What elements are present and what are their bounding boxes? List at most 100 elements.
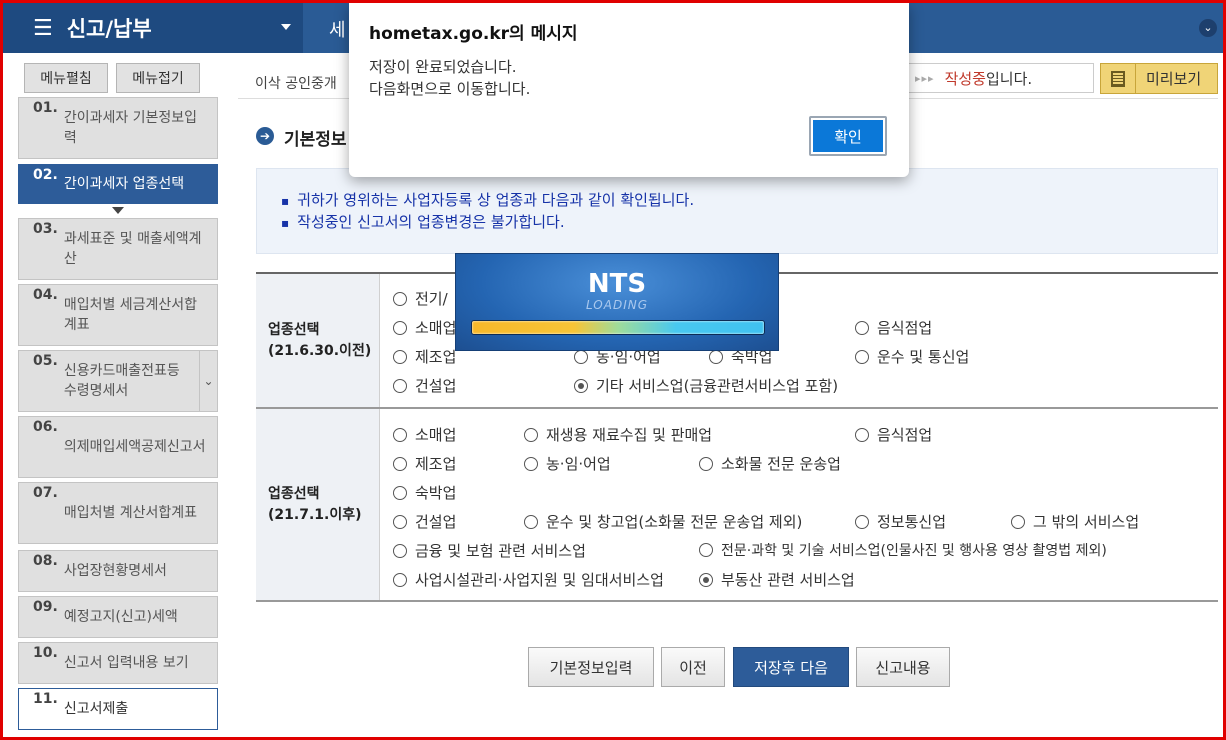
radio-option[interactable]: 농·임·어업 bbox=[524, 453, 611, 474]
status-text: 작성중 bbox=[944, 69, 986, 88]
radio-option[interactable]: 운수 및 창고업(소화물 전문 운송업 제외) bbox=[524, 511, 802, 532]
option-label: 기타 서비스업(금융관련서비스업 포함) bbox=[596, 377, 839, 395]
radio-button[interactable] bbox=[699, 456, 713, 471]
radio-button[interactable] bbox=[524, 514, 538, 529]
step-06[interactable]: 06. 의제매입세액공제신고서 bbox=[18, 416, 218, 478]
basic-info-button[interactable]: 기본정보입력 bbox=[528, 647, 654, 687]
preview-button[interactable]: 미리보기 bbox=[1100, 63, 1218, 94]
radio-option[interactable]: 사업시설관리·사업지원 및 임대서비스업 bbox=[393, 569, 664, 590]
radio-option[interactable]: 전기/ bbox=[393, 288, 448, 309]
notice-box: 귀하가 영위하는 사업자등록 상 업종과 다음과 같이 확인됩니다. 작성중인 … bbox=[256, 168, 1218, 254]
radio-button[interactable] bbox=[524, 456, 538, 471]
step-number: 09. bbox=[33, 599, 58, 615]
triangle-down-icon bbox=[112, 207, 124, 214]
option-label: 제조업 bbox=[415, 455, 457, 473]
ok-button[interactable]: 확인 bbox=[809, 116, 887, 156]
radio-option[interactable]: 금융 및 보험 관련 서비스업 bbox=[393, 540, 586, 561]
prev-button[interactable]: 이전 bbox=[661, 647, 725, 687]
radio-button[interactable] bbox=[574, 349, 588, 364]
radio-button[interactable] bbox=[393, 349, 407, 364]
radio-option[interactable]: 전문·과학 및 기술 서비스업(인물사진 및 행사용 영상 촬영법 제외) bbox=[699, 540, 1107, 560]
radio-button[interactable] bbox=[393, 514, 407, 529]
status-indicator: ▸▸▸ 작성중 입니다. bbox=[908, 63, 1094, 93]
breadcrumb-text: 세 bbox=[329, 20, 346, 41]
option-label: 그 밖의 서비스업 bbox=[1033, 513, 1140, 531]
business-address: 이삭 공인중개 bbox=[255, 76, 337, 92]
radio-button[interactable] bbox=[393, 456, 407, 471]
radio-button[interactable] bbox=[393, 427, 407, 442]
radio-button[interactable] bbox=[699, 543, 713, 557]
radio-button[interactable] bbox=[855, 349, 869, 364]
step-08[interactable]: 08. 사업장현황명세서 bbox=[18, 550, 218, 592]
step-02[interactable]: 02. 간이과세자 업종선택 bbox=[18, 164, 218, 204]
chevron-down-icon[interactable]: ⌄ bbox=[199, 351, 217, 411]
option-label: 재생용 재료수집 및 판매업 bbox=[546, 426, 713, 444]
menu-expand-button[interactable]: 메뉴펼침 bbox=[24, 63, 108, 93]
save-next-button[interactable]: 저장후 다음 bbox=[733, 647, 849, 687]
radio-button[interactable] bbox=[393, 320, 407, 335]
step-label: 매입처별 세금계산서합계표 bbox=[63, 297, 198, 333]
radio-option[interactable]: 음식점업 bbox=[855, 317, 932, 338]
hamburger-icon[interactable]: ☰ bbox=[33, 16, 53, 41]
ok-label: 확인 bbox=[813, 120, 883, 152]
option-label: 제조업 bbox=[415, 348, 457, 366]
radio-button[interactable] bbox=[699, 572, 713, 587]
menu-toggle[interactable]: ☰ 신고/납부 bbox=[3, 3, 303, 53]
progress-arrows-icon: ▸▸▸ bbox=[915, 71, 935, 85]
step-09[interactable]: 09. 예정고지(신고)세액 bbox=[18, 596, 218, 638]
option-label: 소매업 bbox=[415, 319, 457, 337]
chevron-down-icon[interactable]: ⌄ bbox=[1199, 19, 1217, 37]
radio-option[interactable]: 그 밖의 서비스업 bbox=[1011, 511, 1139, 532]
divider bbox=[379, 274, 380, 407]
option-label: 음식점업 bbox=[877, 319, 933, 337]
radio-option[interactable]: 제조업 bbox=[393, 453, 456, 474]
radio-option[interactable]: 소매업 bbox=[393, 317, 456, 338]
radio-option[interactable]: 건설업 bbox=[393, 375, 456, 396]
step-03[interactable]: 03. 과세표준 및 매출세액계산 bbox=[18, 218, 218, 280]
step-11[interactable]: 11. 신고서제출 bbox=[18, 688, 218, 730]
radio-button[interactable] bbox=[574, 378, 588, 393]
step-number: 05. bbox=[33, 353, 58, 369]
radio-button[interactable] bbox=[524, 427, 538, 442]
header-date: (21.6.30.이전) bbox=[268, 342, 372, 359]
step-number: 04. bbox=[33, 287, 58, 303]
radio-button[interactable] bbox=[1011, 514, 1025, 529]
radio-option[interactable]: 건설업 bbox=[393, 511, 456, 532]
radio-option[interactable]: 소매업 bbox=[393, 424, 456, 445]
radio-button[interactable] bbox=[855, 427, 869, 442]
step-number: 10. bbox=[33, 645, 58, 661]
alert-dialog: hometax.go.kr의 메시지 저장이 완료되었습니다. 다음화면으로 이… bbox=[349, 3, 909, 177]
report-content-button[interactable]: 신고내용 bbox=[856, 647, 950, 687]
step-05[interactable]: 05. 신용카드매출전표등수령명세서 ⌄ bbox=[18, 350, 218, 412]
caret-down-icon[interactable] bbox=[281, 24, 291, 30]
radio-option[interactable]: 소화물 전문 운송업 bbox=[699, 453, 841, 474]
radio-button[interactable] bbox=[393, 291, 407, 306]
radio-option[interactable]: 음식점업 bbox=[855, 424, 932, 445]
radio-option-selected[interactable]: 기타 서비스업(금융관련서비스업 포함) bbox=[574, 375, 838, 396]
option-label: 음식점업 bbox=[877, 426, 933, 444]
radio-option-selected[interactable]: 부동산 관련 서비스업 bbox=[699, 569, 855, 590]
step-label: 예정고지(신고)세액 bbox=[63, 609, 178, 625]
step-01[interactable]: 01. 간이과세자 기본정보입력 bbox=[18, 97, 218, 159]
step-label: 신고서 입력내용 보기 bbox=[63, 655, 189, 671]
radio-option[interactable]: 운수 및 통신업 bbox=[855, 346, 969, 367]
step-04[interactable]: 04. 매입처별 세금계산서합계표 bbox=[18, 284, 218, 346]
option-label: 건설업 bbox=[415, 513, 457, 531]
radio-button[interactable] bbox=[393, 543, 407, 558]
radio-button[interactable] bbox=[393, 572, 407, 587]
step-07[interactable]: 07. 매입처별 계산서합계표 bbox=[18, 482, 218, 544]
radio-option[interactable]: 숙박업 bbox=[393, 482, 456, 503]
menu-collapse-button[interactable]: 메뉴접기 bbox=[116, 63, 200, 93]
radio-option[interactable]: 재생용 재료수집 및 판매업 bbox=[524, 424, 712, 445]
radio-option[interactable]: 정보통신업 bbox=[855, 511, 946, 532]
radio-button[interactable] bbox=[393, 485, 407, 500]
radio-button[interactable] bbox=[393, 378, 407, 393]
step-number: 06. bbox=[33, 419, 58, 435]
dialog-message: 다음화면으로 이동합니다. bbox=[369, 80, 531, 98]
radio-button[interactable] bbox=[855, 514, 869, 529]
radio-option[interactable]: 제조업 bbox=[393, 346, 456, 367]
option-label: 소화물 전문 운송업 bbox=[721, 455, 841, 473]
step-10[interactable]: 10. 신고서 입력내용 보기 bbox=[18, 642, 218, 684]
radio-button[interactable] bbox=[855, 320, 869, 335]
radio-button[interactable] bbox=[709, 349, 723, 364]
